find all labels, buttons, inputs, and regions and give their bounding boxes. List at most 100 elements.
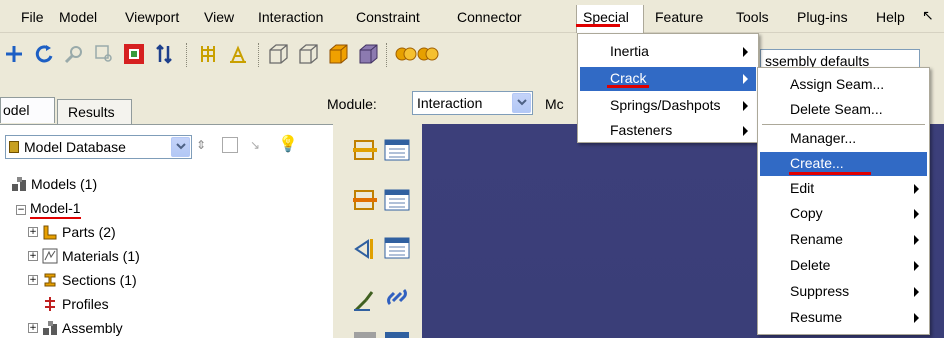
model-database-select[interactable]: Model Database: [5, 135, 192, 159]
menu-item-edit[interactable]: Edit: [760, 177, 927, 201]
tab-model-label: odel: [3, 102, 30, 118]
menu-item-springs-dashpots[interactable]: Springs/Dashpots: [580, 94, 756, 118]
menu-item-label: Suppress: [790, 283, 850, 299]
menu-item-copy[interactable]: Copy: [760, 202, 927, 226]
create-interaction-icon[interactable]: [352, 138, 380, 164]
menu-special[interactable]: Special: [576, 5, 644, 33]
menu-connector[interactable]: Connector: [457, 9, 522, 25]
expand-icon[interactable]: +: [28, 251, 38, 261]
rotate-icon[interactable]: [30, 41, 58, 67]
annotation-underline-create: [789, 172, 871, 175]
menu-help[interactable]: Help: [876, 9, 905, 25]
submenu-arrow-icon: [914, 209, 919, 219]
constraint-manager-icon[interactable]: [384, 236, 412, 262]
lightbulb-icon[interactable]: 💡: [278, 134, 298, 153]
tab-results[interactable]: Results: [57, 99, 132, 125]
menu-interaction[interactable]: Interaction: [258, 9, 323, 25]
module-label: Module:: [327, 96, 377, 112]
menu-item-rename[interactable]: Rename: [760, 228, 927, 252]
auto-fit-icon[interactable]: [120, 41, 148, 67]
collapse-icon[interactable]: −: [16, 204, 26, 215]
menu-item-resume[interactable]: Resume: [760, 306, 927, 330]
tree-expand-icon[interactable]: ↘: [250, 138, 260, 152]
tree-item-sections[interactable]: + Sections (1): [28, 272, 137, 288]
wireframe-icon[interactable]: [264, 41, 292, 67]
menu-item-delete[interactable]: Delete: [760, 254, 927, 278]
tree-filter-icon[interactable]: [222, 137, 238, 153]
menu-item-label: Resume: [790, 309, 843, 325]
profiles-icon: [42, 296, 58, 312]
tree-item-label: Sections (1): [62, 272, 137, 288]
module-toolbox: [336, 124, 422, 338]
menu-feature[interactable]: Feature: [655, 9, 703, 25]
module-value: Interaction: [417, 95, 483, 111]
menu-file[interactable]: File: [21, 9, 44, 25]
toolbar-separator: [258, 43, 260, 67]
create-interaction-property-icon[interactable]: [352, 188, 380, 214]
connector-link-icon[interactable]: [384, 284, 412, 310]
parallel-icon[interactable]: [414, 41, 442, 67]
models-icon: [11, 176, 27, 192]
menu-item-label: Delete Seam...: [790, 101, 883, 117]
module-select[interactable]: Interaction: [412, 91, 533, 115]
create-fastener-icon[interactable]: [352, 328, 380, 338]
mesh-style-icon[interactable]: [224, 41, 252, 67]
zoom-icon[interactable]: [60, 41, 88, 67]
tab-results-label: Results: [68, 104, 115, 120]
cycle-views-icon[interactable]: [150, 41, 178, 67]
property-manager-icon[interactable]: [384, 188, 412, 214]
model-label-fragment: Mc: [545, 96, 564, 112]
menu-item-delete-seam[interactable]: Delete Seam...: [760, 98, 927, 122]
tree-item-assembly[interactable]: + Assembly: [28, 320, 123, 336]
menu-plug-ins[interactable]: Plug-ins: [797, 9, 848, 25]
box-zoom-icon[interactable]: [90, 41, 118, 67]
interaction-manager-icon[interactable]: [384, 138, 412, 164]
menu-item-suppress[interactable]: Suppress: [760, 280, 927, 304]
menu-item-inertia[interactable]: Inertia: [580, 40, 756, 64]
move-icon[interactable]: [0, 41, 28, 67]
tree-item-model-1[interactable]: − Model-1: [16, 200, 81, 219]
menu-item-fasteners[interactable]: Fasteners: [580, 119, 756, 143]
menu-tools[interactable]: Tools: [736, 9, 769, 25]
menu-view[interactable]: View: [204, 9, 234, 25]
tree-item-parts[interactable]: + Parts (2): [28, 224, 116, 240]
expand-icon[interactable]: +: [28, 275, 38, 285]
assembly-icon: [42, 320, 58, 336]
tree-item-models[interactable]: Models (1): [11, 176, 97, 192]
fastener-manager-icon[interactable]: [384, 328, 412, 338]
menu-constraint[interactable]: Constraint: [356, 9, 420, 25]
shaded-icon[interactable]: [324, 41, 352, 67]
annotation-underline-crack: [607, 85, 649, 88]
hidden-line-icon[interactable]: [294, 41, 322, 67]
shaded-edges-icon[interactable]: [354, 41, 382, 67]
chevron-down-icon[interactable]: [171, 137, 190, 157]
expand-icon[interactable]: +: [28, 227, 38, 237]
menu-item-label: Copy: [790, 205, 823, 221]
sections-icon: [42, 272, 58, 288]
materials-icon: [42, 248, 58, 264]
menu-item-label: Manager...: [790, 130, 857, 146]
submenu-arrow-icon: [914, 261, 919, 271]
create-connector-icon[interactable]: [352, 288, 380, 314]
submenu-arrow-icon: [914, 287, 919, 297]
menu-item-label: Springs/Dashpots: [610, 97, 721, 113]
database-icon: [9, 141, 19, 153]
create-constraint-icon[interactable]: [352, 236, 380, 262]
tab-model[interactable]: odel: [0, 97, 55, 123]
tree-item-profiles[interactable]: Profiles: [42, 296, 109, 312]
chevron-down-icon[interactable]: [512, 93, 531, 113]
menu-item-label: Delete: [790, 257, 831, 273]
sort-arrows-icon[interactable]: ⇕: [196, 138, 206, 152]
menu-viewport[interactable]: Viewport: [125, 9, 179, 25]
menu-item-manager[interactable]: Manager...: [760, 127, 927, 151]
menu-item-label: Inertia: [610, 43, 649, 59]
model-database-value: Model Database: [24, 139, 126, 155]
submenu-arrow-icon: [914, 184, 919, 194]
render-style-icon[interactable]: [194, 41, 222, 67]
tree-item-materials[interactable]: + Materials (1): [28, 248, 140, 264]
expand-icon[interactable]: +: [28, 323, 38, 333]
menu-item-assign-seam[interactable]: Assign Seam...: [760, 73, 927, 97]
menu-model[interactable]: Model: [59, 9, 97, 25]
menu-bar: File Model Viewport View Interaction Con…: [0, 0, 944, 33]
query-cursor-icon[interactable]: ↖: [922, 8, 934, 24]
